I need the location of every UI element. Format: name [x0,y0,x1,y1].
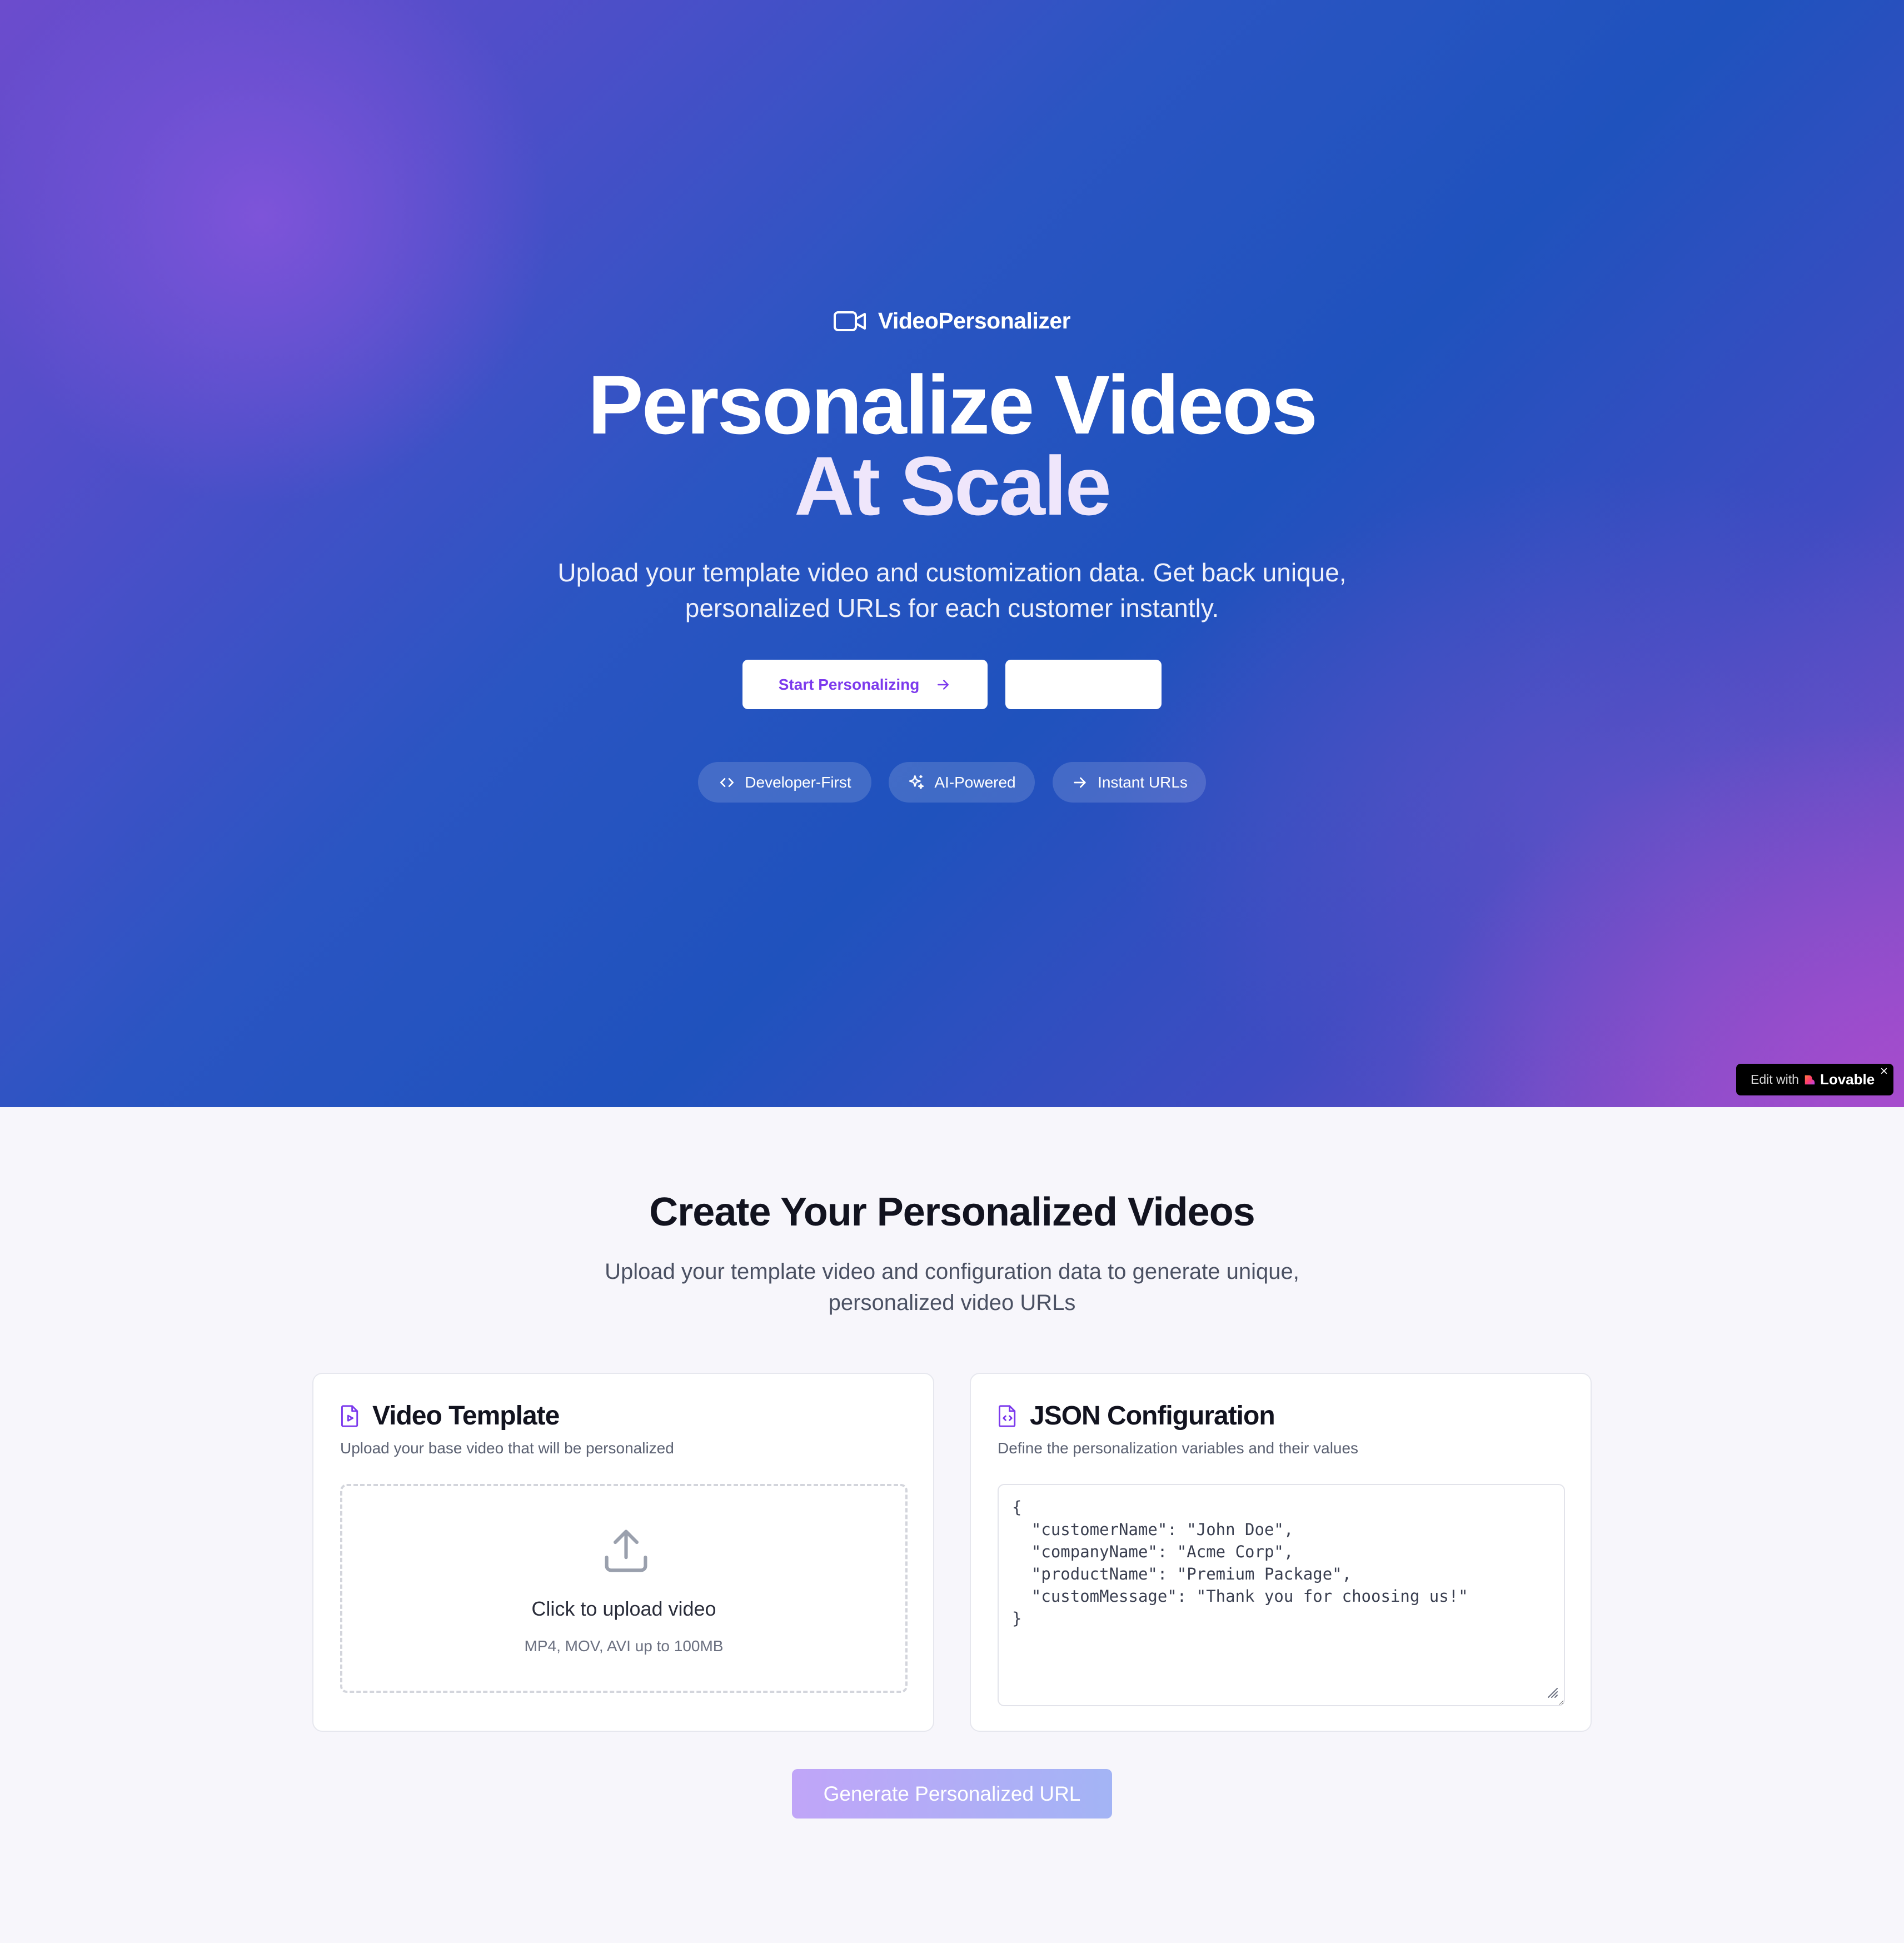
feature-pill-ai-powered: AI-Powered [889,762,1035,803]
badge-prefix: Edit with [1751,1072,1799,1087]
upload-label: Click to upload video [531,1597,716,1620]
card-header: Video Template [340,1401,560,1431]
json-configuration-card: JSON Configuration Define the personaliz… [970,1373,1592,1732]
hero-title-line1: Personalize Videos [587,358,1318,451]
section-title: Create Your Personalized Videos [649,1190,1255,1234]
brand: VideoPersonalizer [0,308,1904,334]
resize-handle-icon[interactable] [1544,1684,1558,1698]
card-description: Define the personalization variables and… [998,1439,1359,1457]
feature-label: AI-Powered [934,773,1016,791]
hero-title-line2: At Scale [794,439,1112,532]
lovable-logo-icon [1805,1075,1815,1084]
arrow-right-icon [1074,777,1086,788]
code-icon [720,778,734,787]
start-personalizing-label: Start Personalizing [778,675,920,693]
arrow-right-icon [938,679,949,690]
card-title: Video Template [372,1401,560,1431]
generate-personalized-url-button[interactable]: Generate Personalized URL [792,1769,1112,1819]
video-upload-dropzone[interactable]: Click to upload video MP4, MOV, AVI up t… [340,1484,908,1693]
badge-close-button[interactable]: × [1880,1065,1888,1078]
edit-with-lovable-badge[interactable]: Edit with Lovable × [1736,1064,1893,1095]
sparkles-icon [909,775,924,789]
video-template-card: Video Template Upload your base video th… [312,1373,934,1732]
hero-subtitle: Upload your template video and customiza… [557,558,1347,622]
secondary-button[interactable] [1005,660,1162,709]
hero-title: Personalize Videos At Scale [0,358,1904,532]
code-file-icon [999,1404,1016,1427]
card-header: JSON Configuration [998,1401,1275,1431]
section-subtitle: Upload your template video and configura… [605,1259,1299,1315]
brand-name: VideoPersonalizer [878,308,1071,333]
upload-hint: MP4, MOV, AVI up to 100MB [524,1637,724,1655]
card-description: Upload your base video that will be pers… [340,1439,674,1457]
badge-brand-name: Lovable [1820,1071,1875,1088]
video-file-icon [341,1404,358,1427]
video-camera-icon [833,311,866,331]
feature-label: Instant URLs [1098,773,1188,791]
json-config-textarea[interactable]: { "customerName": "John Doe", "companyNa… [998,1484,1565,1706]
hero-section: VideoPersonalizer Personalize Videos At … [0,0,1904,1107]
card-title: JSON Configuration [1030,1401,1275,1431]
feature-label: Developer-First [745,773,851,791]
feature-pill-instant-urls: Instant URLs [1053,762,1206,803]
feature-pill-developer-first: Developer-First [698,762,871,803]
upload-icon [605,1530,647,1572]
start-personalizing-button[interactable]: Start Personalizing [742,660,988,709]
